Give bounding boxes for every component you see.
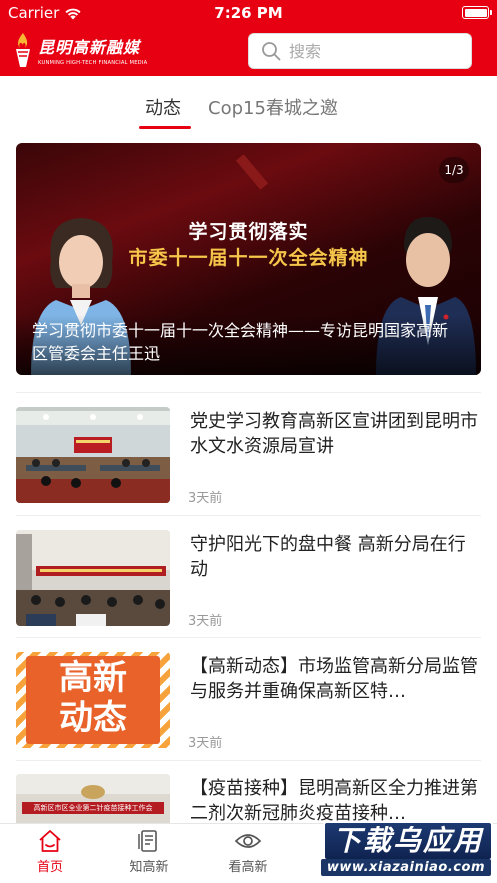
home-icon: [39, 830, 61, 852]
tabbar-home[interactable]: 首页: [0, 828, 100, 875]
search-bar[interactable]: [248, 33, 472, 69]
divider: [16, 637, 481, 638]
news-thumbnail: 高新 动态: [16, 652, 170, 748]
thumb-banner-text: 高新区市区全业第二针疫苗接种工作会: [33, 804, 153, 812]
party-emblem-icon: [229, 145, 281, 194]
divider: [16, 515, 481, 516]
battery-icon: [462, 6, 492, 19]
news-list-item[interactable]: 党史学习教育高新区宣讲团到昆明市水文水资源局宣讲 3天前: [16, 407, 481, 507]
news-list-item[interactable]: 守护阳光下的盘中餐 高新分局在行动 3天前: [16, 530, 481, 630]
news-time: 3天前: [188, 736, 223, 751]
news-thumbnail: [16, 530, 170, 626]
site-watermark: 下载乌应用 www.xiazainiao.com: [303, 821, 493, 881]
document-icon: [138, 830, 157, 852]
status-bar: Carrier 7:26 PM: [0, 0, 497, 26]
tabbar-label: 首页: [36, 860, 63, 875]
tabbar-know[interactable]: 知高新: [99, 828, 199, 875]
status-time: 7:26 PM: [214, 4, 283, 22]
watermark-title: 下载乌应用: [322, 821, 493, 861]
tabbar-watch[interactable]: 看高新: [198, 828, 298, 875]
news-title: 【疫苗接种】昆明高新区全力推进第二剂次新冠肺炎疫苗接种…: [190, 778, 478, 824]
tab-cop15[interactable]: Cop15春城之邀: [208, 94, 338, 120]
category-tabs: 动态 Cop15春城之邀: [0, 90, 497, 130]
divider: [16, 760, 481, 761]
torch-logo-icon: [16, 33, 30, 67]
logo-chinese-name: 昆明高新融媒: [38, 38, 141, 57]
banner-caption-text: 学习贯彻市委十一届十一次全会精神——专访昆明国家高新区管委会主任王迅: [32, 321, 449, 363]
watermark-url: www.xiazainiao.com: [320, 859, 491, 876]
carousel-banner[interactable]: 学习贯彻落实 市委十一届十一次全会精神 1/3 学习贯彻市委十一届十一次全会精神…: [16, 143, 481, 375]
carousel-counter: 1/3: [439, 157, 469, 183]
tabbar-label: 知高新: [129, 860, 169, 875]
active-tab-indicator: [139, 126, 191, 129]
news-time: 3天前: [188, 491, 223, 506]
divider: [16, 392, 481, 393]
tab-dongtai[interactable]: 动态: [145, 94, 181, 120]
app-logo[interactable]: 昆明高新融媒 KUNMING HIGH-TECH FINANCIAL MEDIA: [12, 30, 147, 70]
news-title: 【高新动态】市场监管高新分局监管与服务并重确保高新区特…: [190, 656, 478, 702]
news-time: 3天前: [188, 614, 223, 629]
news-title: 党史学习教育高新区宣讲团到昆明市水文水资源局宣讲: [190, 411, 478, 457]
thumb-text-line1: 高新: [59, 658, 127, 698]
news-list-item[interactable]: 高新 动态 【高新动态】市场监管高新分局监管与服务并重确保高新区特… 3天前: [16, 652, 481, 752]
search-input[interactable]: [289, 41, 459, 61]
news-title: 守护阳光下的盘中餐 高新分局在行动: [190, 534, 466, 580]
banner-caption-overlay: 学习贯彻市委十一届十一次全会精神——专访昆明国家高新区管委会主任王迅: [16, 315, 481, 375]
search-icon: [262, 42, 281, 61]
thumb-text-line2: 动态: [59, 698, 127, 738]
eye-icon: [234, 834, 262, 848]
tabbar-label: 看高新: [228, 860, 268, 875]
app-header: Carrier 7:26 PM 昆明高新融媒 KUNMING HIGH-TECH…: [0, 0, 497, 76]
logo-english-name: KUNMING HIGH-TECH FINANCIAL MEDIA: [38, 60, 148, 66]
news-thumbnail: [16, 407, 170, 503]
